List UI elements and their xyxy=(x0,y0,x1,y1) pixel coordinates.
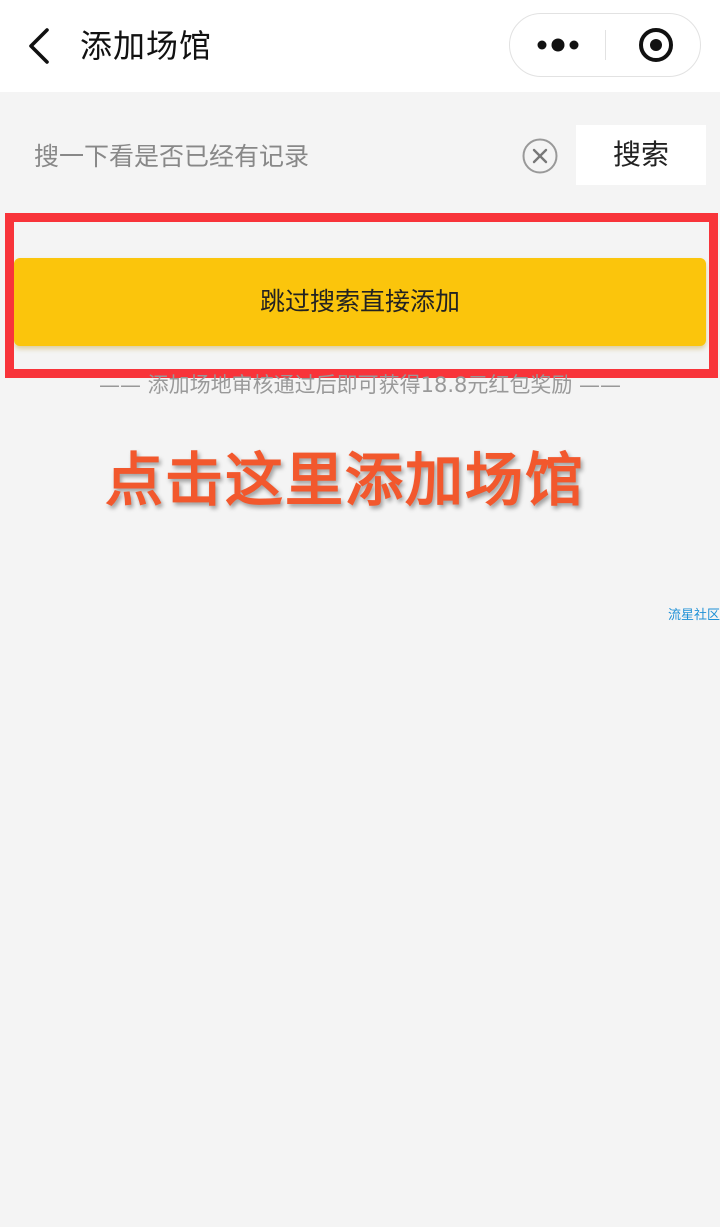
clear-circle-x-icon[interactable] xyxy=(521,137,559,175)
search-button[interactable]: 搜索 xyxy=(576,125,706,185)
watermark: 流星社区 xyxy=(667,608,720,623)
chevron-left-icon[interactable] xyxy=(22,24,58,68)
more-dots-icon xyxy=(537,38,579,52)
mini-program-capsule xyxy=(509,13,701,77)
reward-note: —— 添加场地审核通过后即可获得18.8元红包奖励 —— xyxy=(98,373,622,397)
search-input[interactable] xyxy=(34,128,504,184)
target-circle-icon xyxy=(639,28,673,62)
skip-search-add-button[interactable]: 跳过搜索直接添加 xyxy=(14,258,706,346)
close-mini-program-button[interactable] xyxy=(606,14,701,76)
navigation-bar: 添加场馆 xyxy=(0,0,720,92)
page-title: 添加场馆 xyxy=(80,27,213,65)
more-button[interactable] xyxy=(510,14,605,76)
annotation-text: 点击这里添加场馆 xyxy=(104,446,585,514)
